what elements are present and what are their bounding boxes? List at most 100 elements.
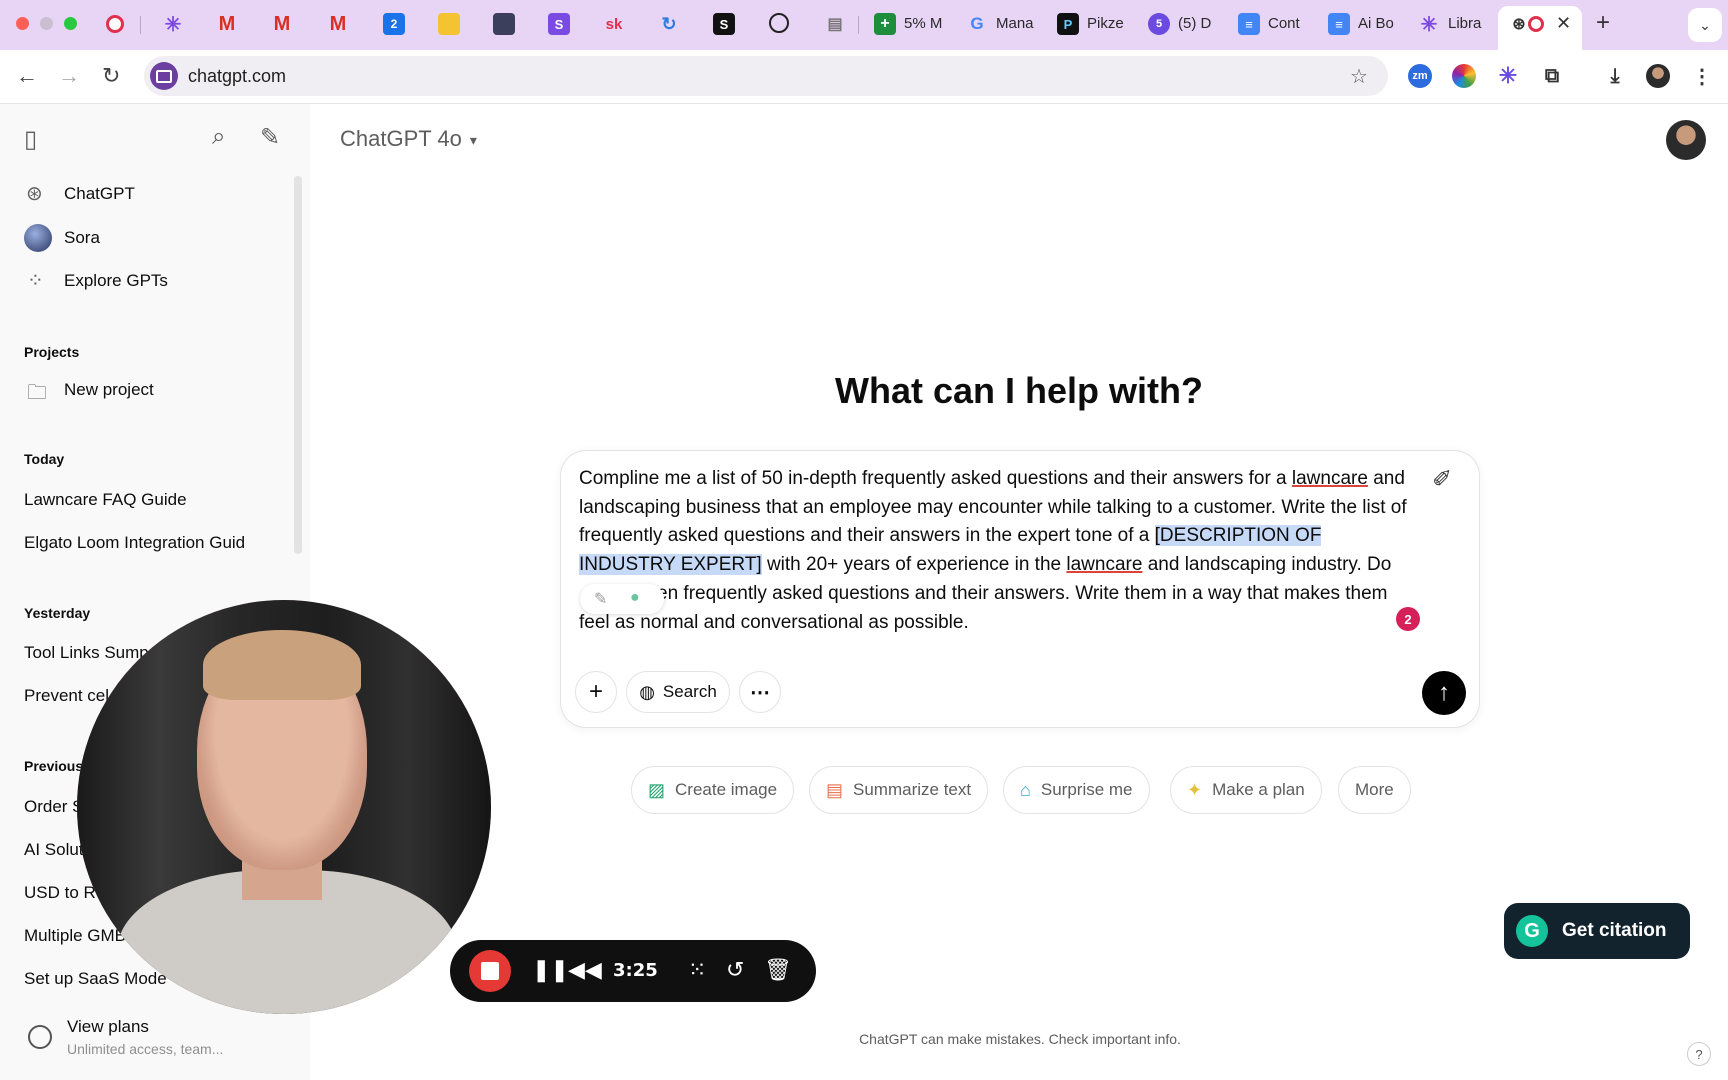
tab-label[interactable]: Pikze	[1087, 15, 1129, 32]
sync-icon[interactable]: ↻	[658, 13, 680, 35]
tab-search-button[interactable]: ⌄	[1688, 8, 1722, 42]
minimize-window-button[interactable]	[40, 17, 53, 30]
maximize-window-button[interactable]	[64, 17, 77, 30]
chip-label: Summarize text	[853, 780, 972, 799]
download-icon[interactable]: ⤓	[1603, 64, 1627, 88]
s-icon[interactable]: S	[548, 13, 570, 35]
tab-label[interactable]: Ai Bo	[1358, 15, 1400, 32]
model-selector[interactable]: ChatGPT 4o ▾	[340, 126, 477, 152]
sidebar-item-explore-gpts[interactable]: Explore GPTs	[64, 271, 168, 291]
docs-icon[interactable]: ≡	[1328, 13, 1350, 35]
tab-label[interactable]: Mana	[996, 15, 1038, 32]
zoom-extension-icon[interactable]: zm	[1408, 64, 1432, 88]
url-text[interactable]: chatgpt.com	[188, 66, 286, 87]
grammarly-count-badge[interactable]: 2	[1396, 607, 1420, 631]
view-plans-subtitle: Unlimited access, team...	[67, 1041, 224, 1057]
openai-icon: ⊛	[1512, 16, 1526, 33]
gmail-icon[interactable]: M	[327, 13, 349, 35]
google-icon[interactable]: G	[966, 13, 988, 35]
tab-label[interactable]: 5% M	[904, 15, 946, 32]
user-avatar[interactable]	[1666, 120, 1706, 160]
tab-label[interactable]: Cont	[1268, 15, 1310, 32]
app-icon[interactable]	[493, 13, 515, 35]
sk-icon[interactable]: sk	[603, 13, 625, 35]
prompt-text: en frequently asked questions and their …	[579, 582, 1388, 633]
pencil-icon[interactable]: ✎	[594, 589, 607, 609]
surprise-me-chip[interactable]: ⌂ Surprise me	[1003, 766, 1150, 814]
grammarly-inline-toolbar[interactable]: ✎ ●	[580, 584, 664, 614]
browser-menu-icon[interactable]: ⋮	[1690, 64, 1714, 88]
pikzels-icon[interactable]: P	[1057, 13, 1079, 35]
restart-icon[interactable]: ↺	[726, 957, 744, 983]
help-icon[interactable]: ?	[1687, 1042, 1711, 1066]
docs-icon[interactable]: ≡	[1238, 13, 1260, 35]
sidebar-toggle-icon[interactable]: ▯	[24, 125, 37, 154]
arrow-up-icon: ↑	[1438, 679, 1450, 706]
claude-icon[interactable]: ✳	[162, 13, 184, 36]
spelling-flagged-word[interactable]: lawncare	[1066, 554, 1142, 575]
close-tab-icon[interactable]: ✕	[1556, 13, 1571, 34]
color-extension-icon[interactable]	[1452, 64, 1476, 88]
sheets-icon[interactable]: +	[874, 13, 896, 35]
send-button[interactable]: ↑	[1422, 671, 1466, 715]
calendar-icon[interactable]: 2	[383, 13, 405, 35]
reload-button[interactable]: ↻	[102, 63, 120, 89]
create-image-chip[interactable]: ▨ Create image	[631, 766, 795, 814]
sidebar-item-sora[interactable]: Sora	[64, 228, 100, 248]
recording-icon	[1528, 16, 1544, 32]
chat-item[interactable]: Elgato Loom Integration Guid	[24, 533, 254, 553]
view-plans-button[interactable]: View plans	[67, 1017, 149, 1037]
prompt-input[interactable]: Compline me a list of 50 in-depth freque…	[579, 465, 1419, 637]
new-chat-icon[interactable]: ✎	[260, 123, 280, 152]
notification-icon[interactable]: 5	[1148, 13, 1170, 35]
tab-label[interactable]: Libra	[1448, 15, 1490, 32]
recording-control-bar: ❚❚ ◀◀ 3:25 ⁙ ↺ 🗑	[450, 940, 816, 1002]
sora-icon	[24, 224, 52, 252]
new-tab-button[interactable]: +	[1596, 9, 1610, 37]
claude-extension-icon[interactable]: ✳	[1496, 63, 1520, 88]
webcam-bubble[interactable]	[77, 600, 491, 1014]
chevron-down-icon: ▾	[469, 131, 477, 148]
search-icon[interactable]: ⌕	[212, 123, 225, 151]
prompt-text: with 20+ years of experience in the	[761, 554, 1067, 576]
more-chip[interactable]: More	[1338, 766, 1411, 814]
gmail-icon[interactable]: M	[216, 13, 238, 35]
perplexity-icon[interactable]	[769, 13, 789, 33]
get-citation-button[interactable]: G Get citation	[1504, 903, 1690, 959]
squarespace-icon[interactable]: S	[713, 13, 735, 35]
pause-icon[interactable]: ❚❚	[532, 957, 569, 983]
stop-recording-button[interactable]	[469, 950, 511, 992]
profile-avatar[interactable]	[1646, 64, 1670, 88]
more-tools-button[interactable]: ⋯	[739, 671, 781, 713]
sidebar-scrollbar[interactable]	[294, 176, 302, 554]
spelling-flagged-word[interactable]: lawncare	[1292, 468, 1368, 489]
chip-label: Create image	[675, 780, 778, 799]
address-bar[interactable]	[144, 56, 1388, 96]
sidebar-item-chatgpt[interactable]: ChatGPT	[64, 184, 135, 204]
grammarly-assist-icon[interactable]: ●	[630, 589, 640, 607]
notes-icon[interactable]	[438, 13, 460, 35]
trash-icon[interactable]: 🗑	[764, 957, 792, 983]
globe-icon: ◍	[639, 681, 655, 702]
attach-button[interactable]: +	[575, 671, 617, 713]
reader-icon[interactable]: ▤	[824, 13, 846, 35]
forward-button[interactable]: →	[58, 63, 80, 89]
extensions-puzzle-icon[interactable]: ⧉	[1540, 64, 1564, 88]
document-icon: ▤	[826, 779, 844, 800]
search-button[interactable]: ◍ Search	[626, 671, 730, 713]
back-button[interactable]: ←	[16, 63, 38, 89]
tab-label[interactable]: (5) D	[1178, 15, 1220, 32]
close-window-button[interactable]	[16, 17, 29, 30]
new-project-button[interactable]: New project	[64, 380, 154, 400]
make-a-plan-chip[interactable]: ✦ Make a plan	[1170, 766, 1322, 814]
drag-grid-icon[interactable]: ⁙	[688, 957, 706, 983]
chat-item[interactable]: Lawncare FAQ Guide	[24, 490, 254, 510]
gmail-icon[interactable]: M	[271, 13, 293, 35]
loom-record-icon[interactable]	[106, 15, 124, 33]
site-info-icon[interactable]	[150, 62, 178, 90]
claude-icon[interactable]: ✳	[1418, 13, 1440, 36]
rewind-icon[interactable]: ◀◀	[568, 957, 602, 983]
summarize-text-chip[interactable]: ▤ Summarize text	[809, 766, 989, 814]
rewrite-pen-icon[interactable]: ✐	[1432, 465, 1452, 494]
bookmark-star-icon[interactable]: ☆	[1350, 64, 1368, 89]
